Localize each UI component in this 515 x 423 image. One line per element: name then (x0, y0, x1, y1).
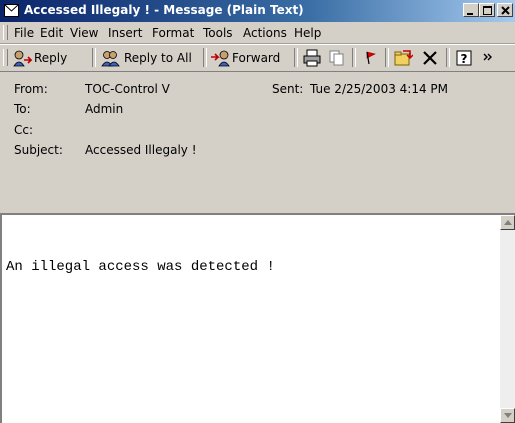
from-value[interactable]: TOC-Control V (85, 82, 170, 96)
toolbar-separator (203, 48, 207, 67)
scroll-down-button[interactable] (500, 408, 515, 423)
maximize-button[interactable] (479, 3, 495, 17)
subject-value: Accessed Illegaly ! (85, 143, 197, 157)
copy-button[interactable] (327, 48, 347, 68)
toolbar-separator (294, 48, 298, 67)
subject-label: Subject: (14, 143, 63, 157)
envelope-icon (4, 4, 19, 17)
title-bar[interactable]: Accessed Illegaly ! - Message (Plain Tex… (0, 0, 515, 22)
reply-all-button[interactable]: Reply to All (100, 48, 200, 68)
help-icon: ? (456, 50, 472, 66)
maximize-icon (482, 6, 492, 15)
message-body[interactable]: An illegal access was detected ! (0, 213, 500, 423)
message-header: From: TOC-Control V Sent: Tue 2/25/2003 … (0, 72, 515, 212)
help-button[interactable]: ? (454, 48, 474, 68)
minimize-button[interactable] (463, 3, 479, 17)
move-to-folder-icon (394, 50, 413, 66)
vertical-scrollbar[interactable] (500, 213, 515, 423)
flag-button[interactable] (360, 48, 380, 68)
reply-all-icon (101, 51, 120, 67)
svg-text:?: ? (461, 52, 468, 66)
arrow-down-icon (504, 413, 512, 418)
to-value[interactable]: Admin (85, 102, 123, 116)
delete-button[interactable] (420, 48, 440, 68)
reply-icon (13, 50, 32, 67)
copy-icon (329, 50, 344, 66)
menu-insert[interactable]: Insert (108, 26, 142, 40)
chevron-right-icon (483, 53, 492, 61)
toolbar-separator (385, 48, 389, 67)
toolbar-separator (92, 48, 96, 67)
minimize-icon (467, 13, 473, 15)
flag-icon (366, 51, 376, 65)
reply-button[interactable]: Reply (12, 48, 88, 68)
print-icon (303, 49, 321, 67)
sent-value: Tue 2/25/2003 4:14 PM (310, 82, 449, 96)
cc-label: Cc: (14, 123, 34, 137)
toolbar-overflow-button[interactable] (480, 48, 494, 68)
toolbar-separator (352, 48, 356, 67)
to-label: To: (14, 102, 31, 116)
scroll-up-button[interactable] (500, 215, 515, 230)
move-to-folder-button[interactable] (392, 48, 414, 68)
from-label: From: (14, 82, 48, 96)
toolbar-grip[interactable] (3, 49, 8, 66)
forward-label: Forward (232, 51, 281, 65)
print-button[interactable] (302, 48, 322, 68)
menu-grip[interactable] (3, 25, 8, 40)
sent-label: Sent: (272, 82, 304, 96)
menu-edit[interactable]: Edit (40, 26, 63, 40)
menu-actions[interactable]: Actions (243, 26, 287, 40)
toolbar-separator (446, 48, 450, 67)
menu-tools[interactable]: Tools (203, 26, 233, 40)
forward-icon (211, 50, 230, 67)
menu-bar: File Edit View Insert Format Tools Actio… (0, 22, 515, 44)
close-icon (500, 6, 510, 15)
reply-label: Reply (34, 51, 68, 65)
menu-format[interactable]: Format (152, 26, 194, 40)
reply-all-label: Reply to All (124, 51, 192, 65)
window-title: Accessed Illegaly ! - Message (Plain Tex… (24, 3, 304, 17)
arrow-up-icon (504, 220, 512, 225)
menu-help[interactable]: Help (294, 26, 321, 40)
forward-button[interactable]: Forward (210, 48, 290, 68)
menu-file[interactable]: File (14, 26, 34, 40)
close-button[interactable] (497, 3, 513, 17)
standard-toolbar: Reply Reply to All Forward ? (0, 44, 515, 72)
menu-view[interactable]: View (70, 26, 98, 40)
delete-icon (423, 51, 437, 65)
message-text: An illegal access was detected ! (6, 259, 275, 275)
message-window: Accessed Illegaly ! - Message (Plain Tex… (0, 0, 515, 423)
